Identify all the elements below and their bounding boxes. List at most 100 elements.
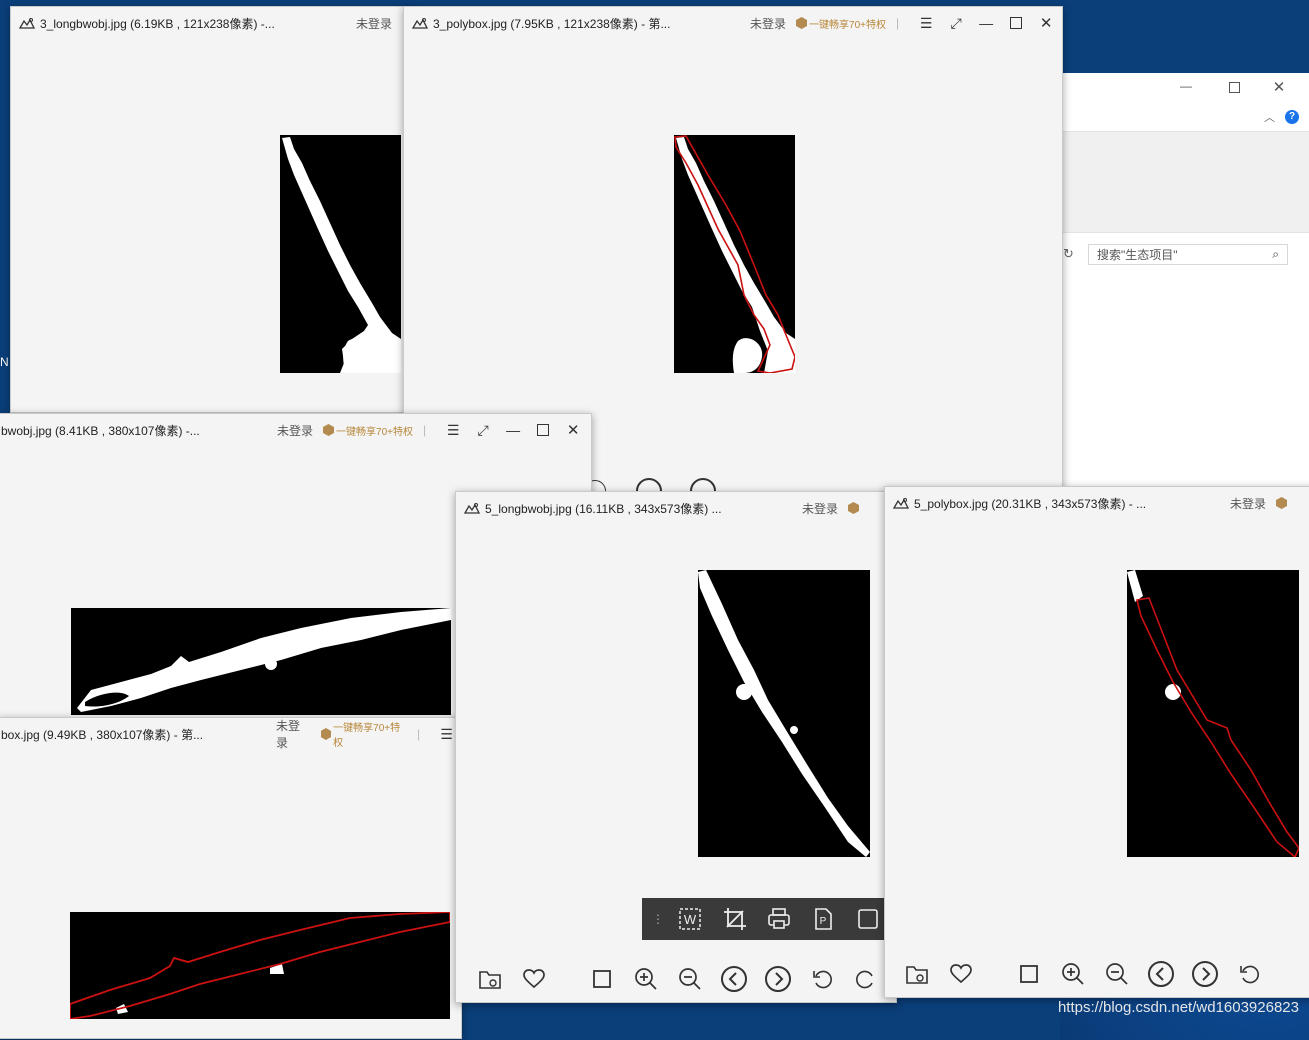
menu-icon: ☰ xyxy=(919,14,933,31)
close-button[interactable]: ✕ xyxy=(1031,7,1061,39)
prev-button[interactable] xyxy=(1147,960,1175,988)
pdf-icon: P xyxy=(815,908,833,930)
login-status[interactable]: 未登录 xyxy=(802,500,838,517)
image-3-polybox xyxy=(674,135,795,373)
actual-size-icon xyxy=(1020,965,1038,983)
maximize-icon xyxy=(1228,82,1240,93)
minimize-button[interactable]: — xyxy=(971,7,1001,39)
bottom-toolbar xyxy=(476,965,896,993)
zoom-in-button[interactable] xyxy=(1059,960,1087,988)
fullscreen-icon: ⤢ xyxy=(477,421,489,438)
close-icon: ✕ xyxy=(566,422,580,439)
zoom-out-button[interactable] xyxy=(676,965,704,993)
vip-hex-icon xyxy=(323,424,335,436)
mask-image-with-contour xyxy=(674,135,795,373)
pdf-convert-button[interactable]: P xyxy=(811,905,835,933)
next-button[interactable] xyxy=(764,965,792,993)
word-icon: W xyxy=(679,908,701,930)
login-status[interactable]: 未登录 xyxy=(356,15,392,32)
rotate-left-icon xyxy=(813,970,832,989)
crop-icon xyxy=(723,908,746,930)
favorite-button[interactable] xyxy=(947,960,975,988)
vip-promo-text: 一键畅享70+特权 xyxy=(809,19,886,31)
zoom-in-icon xyxy=(1062,963,1084,985)
zoom-in-button[interactable] xyxy=(632,965,660,993)
viewer-window-4-polybox: box.jpg (9.49KB , 380x107像素) - 第... 未登录 … xyxy=(0,717,462,1039)
login-status[interactable]: 未登录 xyxy=(1230,495,1266,512)
print-button[interactable] xyxy=(767,905,791,933)
close-button[interactable]: ✕ xyxy=(558,414,588,446)
viewer-app-icon xyxy=(892,497,910,509)
menu-button[interactable]: ☰ xyxy=(911,7,941,39)
actual-size-button[interactable] xyxy=(588,965,616,993)
image-3-longbwobj xyxy=(280,135,401,373)
zoom-out-button[interactable] xyxy=(1103,960,1131,988)
vip-promo-badge[interactable]: 一键畅享70+特权 xyxy=(323,423,413,438)
close-button[interactable]: ✕ xyxy=(1269,78,1289,96)
zoom-out-icon xyxy=(1106,963,1128,985)
minimize-icon: — xyxy=(979,15,994,31)
help-icon[interactable]: ? xyxy=(1285,110,1299,124)
maximize-icon xyxy=(537,424,550,436)
mask-image xyxy=(698,570,870,857)
maximize-button[interactable] xyxy=(1001,7,1031,39)
fullscreen-icon: ⤢ xyxy=(950,14,962,31)
window-titlebar: 3_longbwobj.jpg (6.19KB , 121x238像素) -..… xyxy=(11,7,411,39)
vip-promo-badge[interactable]: 一键畅享70+特权 xyxy=(320,719,407,749)
next-button[interactable] xyxy=(1191,960,1219,988)
vip-hex-icon xyxy=(320,728,332,740)
explorer-titlebar: — ✕ xyxy=(1061,73,1309,103)
vip-promo-text: 一键畅享70+特权 xyxy=(336,426,413,438)
favorite-button[interactable] xyxy=(520,965,548,993)
viewer-app-icon xyxy=(411,17,429,29)
search-placeholder: 搜索"生态项目" xyxy=(1097,248,1178,262)
actual-size-button[interactable] xyxy=(1015,960,1043,988)
fullscreen-button[interactable]: ⤢ xyxy=(941,7,971,39)
ribbon-collapse-icon[interactable]: ︿ xyxy=(1264,109,1275,125)
search-icon: ⌕ xyxy=(1272,247,1279,261)
file-explorer-window: — ✕ ︿ ? ↻ 搜索"生态项目" ⌕ xyxy=(1060,73,1309,488)
minimize-button[interactable]: — xyxy=(1176,79,1196,97)
login-status[interactable]: 未登录 xyxy=(277,422,313,439)
vip-promo-badge[interactable] xyxy=(1276,497,1289,509)
rotate-right-icon xyxy=(856,970,873,989)
zoom-out-icon xyxy=(679,968,701,990)
minimize-button[interactable]: — xyxy=(498,414,528,446)
mask-image-with-contour xyxy=(70,912,450,1019)
rotate-right-button[interactable] xyxy=(852,965,880,993)
rotate-left-icon xyxy=(1240,965,1259,984)
word-convert-button[interactable]: W xyxy=(678,905,702,933)
fullscreen-button[interactable]: ⤢ xyxy=(468,414,498,446)
rotate-left-button[interactable] xyxy=(1235,960,1263,988)
vip-promo-badge[interactable]: 一键畅享70+特权 xyxy=(796,16,886,31)
refresh-icon[interactable]: ↻ xyxy=(1063,246,1074,262)
export-button[interactable] xyxy=(856,905,880,933)
actual-size-icon xyxy=(593,970,611,988)
heart-icon xyxy=(523,969,545,989)
vip-promo-badge[interactable] xyxy=(848,502,861,514)
open-folder-button[interactable] xyxy=(903,960,931,988)
titlebar-right: 未登录 xyxy=(802,492,871,524)
chevron-right-icon xyxy=(765,966,791,992)
login-status[interactable]: 未登录 xyxy=(750,15,786,32)
chevron-right-icon xyxy=(1192,961,1218,987)
image-5-longbwobj xyxy=(698,570,870,857)
drag-handle-icon[interactable]: ⋮ xyxy=(652,912,664,926)
search-input[interactable]: 搜索"生态项目" ⌕ xyxy=(1088,244,1288,265)
maximize-button[interactable] xyxy=(528,414,558,446)
open-folder-button[interactable] xyxy=(476,965,504,993)
titlebar-right: 未登录 xyxy=(356,7,402,39)
menu-icon: ☰ xyxy=(446,421,460,438)
titlebar-right: 未登录 一键畅享70+特权 | ☰ ⤢ — ✕ xyxy=(750,7,1061,39)
crop-button[interactable] xyxy=(722,905,746,933)
menu-button[interactable]: ☰ xyxy=(438,414,468,446)
rotate-left-button[interactable] xyxy=(808,965,836,993)
titlebar-separator: | xyxy=(895,16,900,30)
image-4-polybox xyxy=(70,912,450,1019)
viewer-app-icon xyxy=(463,502,481,514)
prev-button[interactable] xyxy=(720,965,748,993)
maximize-button[interactable] xyxy=(1224,79,1244,97)
minimize-icon: — xyxy=(506,422,521,438)
login-status[interactable]: 未登录 xyxy=(276,718,311,751)
svg-text:W: W xyxy=(684,912,697,927)
